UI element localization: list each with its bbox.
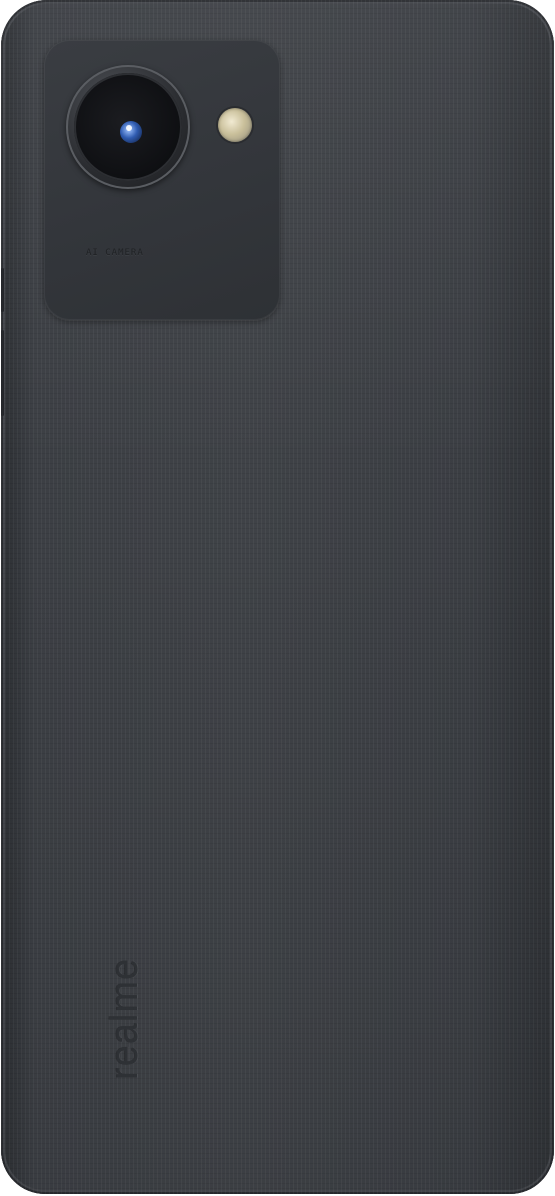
phone-back: AI CAMERA realme xyxy=(1,0,554,1194)
lens-glass xyxy=(74,73,182,181)
camera-module-label: AI CAMERA xyxy=(86,248,144,258)
lens-glint xyxy=(126,125,132,131)
main-camera-lens xyxy=(66,65,190,189)
lens-sensor xyxy=(120,121,142,143)
flash-led xyxy=(218,108,252,142)
camera-module: AI CAMERA xyxy=(44,40,280,320)
side-button-lower xyxy=(1,330,4,416)
photo-frame: AI CAMERA realme xyxy=(0,0,555,1196)
brand-logo: realme xyxy=(104,957,146,1080)
side-button-upper xyxy=(1,268,4,312)
